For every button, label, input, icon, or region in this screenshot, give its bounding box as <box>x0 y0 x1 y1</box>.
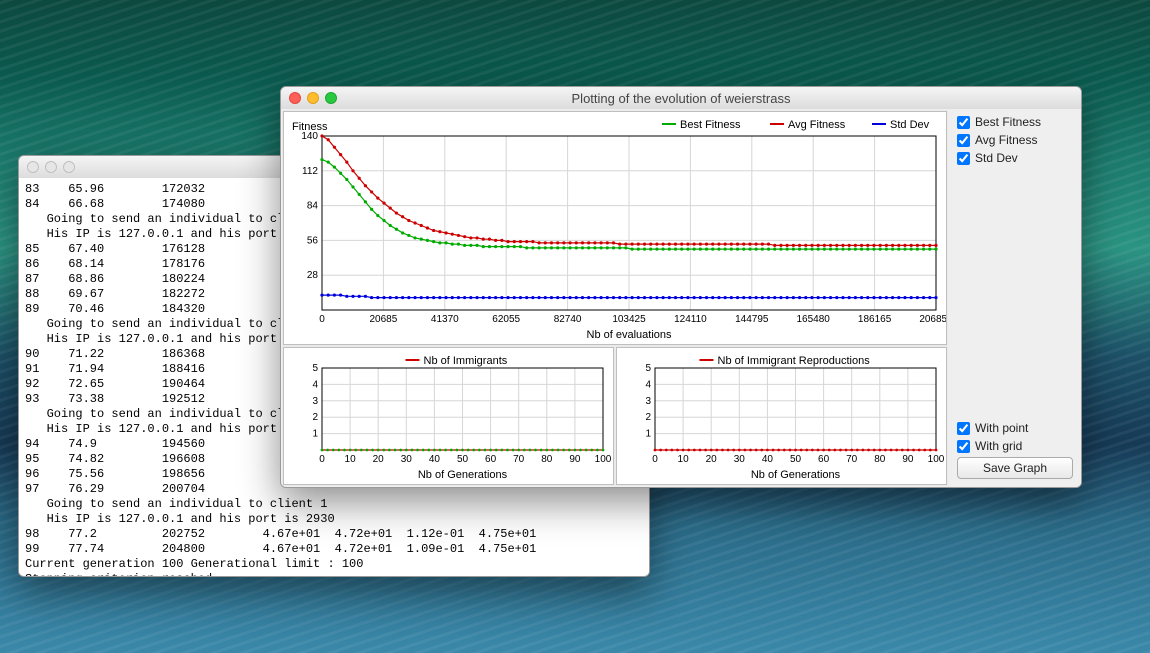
svg-text:4: 4 <box>312 379 318 390</box>
svg-text:20: 20 <box>706 454 718 465</box>
main-plot-panel[interactable]: 2856841121400206854137062055827401034251… <box>283 111 947 345</box>
checkbox-with-grid[interactable]: With grid <box>957 439 1073 453</box>
svg-text:103425: 103425 <box>612 314 646 325</box>
checkbox-with-grid-input[interactable] <box>957 440 970 453</box>
svg-text:84: 84 <box>307 201 319 212</box>
mini-plot-reproductions[interactable]: 123450102030405060708090100Nb of Generat… <box>616 347 947 485</box>
checkbox-best-fitness-input[interactable] <box>957 116 970 129</box>
svg-text:90: 90 <box>569 454 581 465</box>
svg-text:50: 50 <box>790 454 802 465</box>
svg-text:Nb of Immigrants: Nb of Immigrants <box>424 355 508 367</box>
svg-text:60: 60 <box>818 454 830 465</box>
svg-text:0: 0 <box>652 454 658 465</box>
svg-text:100: 100 <box>928 454 945 465</box>
svg-text:30: 30 <box>734 454 746 465</box>
svg-text:0: 0 <box>319 314 325 325</box>
desktop: wei… 83 65.96 172032 84 66.68 174080 Goi… <box>0 0 1150 653</box>
svg-text:Nb of Immigrant Reproductions: Nb of Immigrant Reproductions <box>718 355 871 367</box>
svg-text:90: 90 <box>902 454 914 465</box>
checkbox-avg-fitness-input[interactable] <box>957 134 970 147</box>
svg-text:3: 3 <box>312 396 318 407</box>
svg-text:206850: 206850 <box>919 314 946 325</box>
checkbox-with-point-input[interactable] <box>957 422 970 435</box>
svg-text:Avg Fitness: Avg Fitness <box>788 119 846 131</box>
checkbox-best-fitness[interactable]: Best Fitness <box>957 115 1073 129</box>
svg-text:82740: 82740 <box>554 314 582 325</box>
svg-text:40: 40 <box>762 454 774 465</box>
plot-titlebar[interactable]: Plotting of the evolution of weierstrass <box>281 87 1081 110</box>
svg-text:62055: 62055 <box>492 314 520 325</box>
svg-text:4: 4 <box>645 379 651 390</box>
svg-text:0: 0 <box>319 454 325 465</box>
svg-text:80: 80 <box>874 454 886 465</box>
svg-text:5: 5 <box>312 363 318 374</box>
svg-text:112: 112 <box>302 166 318 177</box>
svg-text:70: 70 <box>513 454 525 465</box>
plots-column: 2856841121400206854137062055827401034251… <box>281 109 949 487</box>
svg-text:186165: 186165 <box>858 314 892 325</box>
plot-window-title: Plotting of the evolution of weierstrass <box>281 91 1081 106</box>
svg-text:3: 3 <box>645 396 651 407</box>
svg-text:30: 30 <box>401 454 413 465</box>
svg-text:60: 60 <box>485 454 497 465</box>
plot-window[interactable]: Plotting of the evolution of weierstrass… <box>280 86 1082 488</box>
svg-text:50: 50 <box>457 454 469 465</box>
svg-text:2: 2 <box>645 412 651 423</box>
svg-text:100: 100 <box>595 454 612 465</box>
svg-text:56: 56 <box>307 235 319 246</box>
checkbox-avg-fitness[interactable]: Avg Fitness <box>957 133 1073 147</box>
svg-text:70: 70 <box>846 454 858 465</box>
svg-text:Best Fitness: Best Fitness <box>680 119 741 131</box>
svg-text:165480: 165480 <box>797 314 831 325</box>
save-graph-button[interactable]: Save Graph <box>957 457 1073 479</box>
svg-text:40: 40 <box>429 454 441 465</box>
svg-text:2: 2 <box>312 412 318 423</box>
svg-text:20: 20 <box>373 454 385 465</box>
plot-side-panel: Best Fitness Avg Fitness Std Dev With po… <box>949 109 1081 487</box>
svg-text:Nb of evaluations: Nb of evaluations <box>587 329 672 341</box>
checkbox-std-dev[interactable]: Std Dev <box>957 151 1073 165</box>
mini-plot-immigrants[interactable]: 123450102030405060708090100Nb of Generat… <box>283 347 614 485</box>
svg-text:Fitness: Fitness <box>292 121 328 133</box>
svg-text:Std Dev: Std Dev <box>890 119 930 131</box>
checkbox-std-dev-input[interactable] <box>957 152 970 165</box>
svg-text:28: 28 <box>307 270 319 281</box>
svg-text:5: 5 <box>645 363 651 374</box>
svg-text:20685: 20685 <box>369 314 397 325</box>
svg-text:10: 10 <box>678 454 690 465</box>
svg-text:1: 1 <box>645 429 651 440</box>
svg-text:1: 1 <box>312 429 318 440</box>
svg-text:Nb of Generations: Nb of Generations <box>751 469 841 481</box>
svg-text:Nb of Generations: Nb of Generations <box>418 469 508 481</box>
checkbox-with-point[interactable]: With point <box>957 421 1073 435</box>
svg-text:80: 80 <box>541 454 553 465</box>
svg-text:124110: 124110 <box>674 314 707 325</box>
svg-text:10: 10 <box>345 454 357 465</box>
svg-text:144795: 144795 <box>735 314 769 325</box>
svg-text:41370: 41370 <box>431 314 459 325</box>
